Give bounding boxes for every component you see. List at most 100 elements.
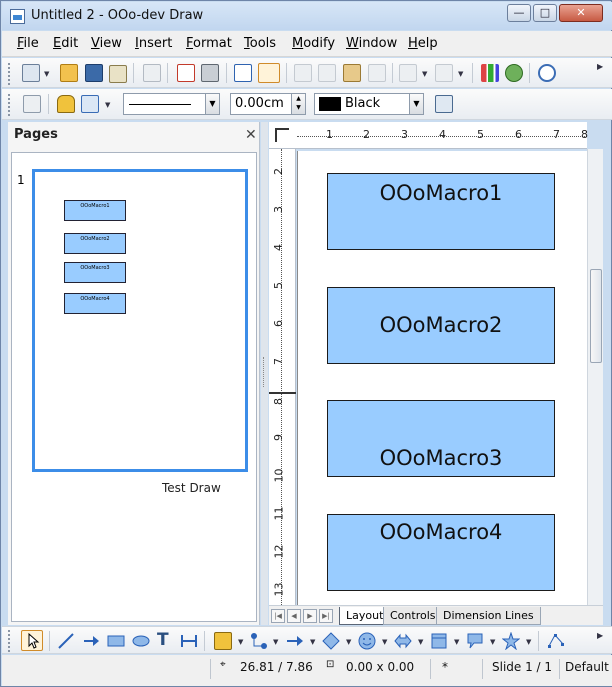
menu-modify[interactable]: Modify: [292, 36, 335, 51]
text-tool-icon[interactable]: T: [157, 630, 175, 650]
line-width-value: 0.00cm: [235, 96, 284, 111]
edit-file-icon[interactable]: [143, 64, 161, 82]
basic-shapes-icon[interactable]: [322, 632, 340, 650]
toolbar-grip[interactable]: [8, 94, 12, 116]
prev-tab-icon[interactable]: ◀: [287, 609, 301, 623]
print-icon[interactable]: [201, 64, 219, 82]
new-dropdown-icon[interactable]: ▼: [44, 70, 49, 78]
splitter-grip-icon[interactable]: [263, 357, 266, 387]
arrow-style-dropdown-icon[interactable]: ▼: [105, 101, 110, 109]
undo-dropdown-icon[interactable]: ▼: [422, 70, 427, 78]
tab-dimension-lines[interactable]: Dimension Lines: [436, 607, 541, 625]
area-fill-icon[interactable]: [435, 95, 453, 113]
modified-indicator[interactable]: *: [442, 660, 448, 674]
menu-edit[interactable]: Edit: [53, 36, 78, 51]
symbol-shapes-icon[interactable]: [358, 632, 376, 650]
open-folder-icon[interactable]: [60, 64, 78, 82]
horizontal-ruler[interactable]: 1 2 3 4 5 6 7 8: [269, 122, 588, 149]
new-document-icon[interactable]: [22, 64, 40, 82]
navigator-icon[interactable]: [505, 64, 523, 82]
vertical-ruler[interactable]: 2 3 4 5 6 7 8 9 10 11 12 13: [269, 149, 296, 605]
block-arrows-icon[interactable]: [394, 632, 412, 650]
block-arrows-dropdown-icon[interactable]: ▼: [418, 638, 423, 646]
help-compass-icon[interactable]: [538, 64, 556, 82]
shape-ooomacro4[interactable]: OOoMacro4: [327, 514, 555, 591]
symbol-shapes-dropdown-icon[interactable]: ▼: [382, 638, 387, 646]
vertical-scrollbar[interactable]: [587, 149, 603, 605]
ruler-label: 6: [515, 128, 522, 141]
last-tab-icon[interactable]: ▶|: [319, 609, 333, 623]
shape-ooomacro1[interactable]: OOoMacro1: [327, 173, 555, 250]
curve-tool-icon[interactable]: [214, 632, 232, 650]
paste-icon[interactable]: [343, 64, 361, 82]
close-pane-icon[interactable]: ✕: [245, 127, 257, 143]
ellipse-tool-icon[interactable]: [132, 632, 150, 650]
arrow-tool-icon[interactable]: [82, 632, 100, 650]
spellcheck-icon[interactable]: [234, 64, 252, 82]
lines-arrows-dropdown-icon[interactable]: ▼: [310, 638, 315, 646]
menu-tools[interactable]: Tools: [244, 36, 276, 51]
curve-dropdown-icon[interactable]: ▼: [238, 638, 243, 646]
spin-arrows-icon[interactable]: ▲ ▼: [291, 94, 305, 114]
points-icon[interactable]: [547, 632, 565, 650]
redo-icon[interactable]: [435, 64, 453, 82]
menu-window[interactable]: Window: [346, 36, 397, 51]
basic-shapes-dropdown-icon[interactable]: ▼: [346, 638, 351, 646]
shape-ooomacro3[interactable]: OOoMacro3: [327, 400, 555, 477]
scrollbar-thumb[interactable]: [590, 269, 602, 363]
menu-format[interactable]: Format: [186, 36, 232, 51]
connectors-icon[interactable]: [250, 632, 268, 650]
page-thumbnail[interactable]: OOoMacro1 OOoMacro2 OOoMacro3 OOoMacro4: [32, 169, 248, 472]
styles-icon[interactable]: [23, 95, 41, 113]
redo-dropdown-icon[interactable]: ▼: [458, 70, 463, 78]
connectors-dropdown-icon[interactable]: ▼: [273, 638, 278, 646]
email-icon[interactable]: [109, 65, 127, 83]
callouts-dropdown-icon[interactable]: ▼: [490, 638, 495, 646]
line-color-select[interactable]: Black ▼: [314, 93, 424, 115]
copy-icon[interactable]: [318, 64, 336, 82]
toolbar-grip[interactable]: [8, 630, 12, 652]
line-style-select[interactable]: ▼: [123, 93, 220, 115]
menu-help[interactable]: Help: [408, 36, 438, 51]
line-width-stepper[interactable]: 0.00cm ▲ ▼: [230, 93, 306, 115]
menu-insert[interactable]: Insert: [135, 36, 172, 51]
chevron-down-icon[interactable]: ▼: [409, 94, 423, 114]
arrow-style-icon[interactable]: [81, 95, 99, 113]
close-button[interactable]: ✕: [559, 4, 603, 22]
undo-icon[interactable]: [399, 64, 417, 82]
first-tab-icon[interactable]: |◀: [271, 609, 285, 623]
toolbar-overflow-icon[interactable]: ▶: [597, 631, 603, 640]
autospellcheck-icon[interactable]: [258, 63, 280, 83]
tab-controls[interactable]: Controls: [383, 607, 443, 625]
line-icon[interactable]: [57, 95, 75, 113]
chevron-down-icon[interactable]: ▼: [205, 94, 219, 114]
select-arrow-icon[interactable]: [21, 630, 43, 651]
pane-splitter[interactable]: [261, 122, 268, 625]
line-tool-icon[interactable]: [57, 632, 75, 650]
clone-formatting-icon[interactable]: [368, 64, 386, 82]
rectangle-tool-icon[interactable]: [107, 632, 125, 650]
lines-arrows-icon[interactable]: [286, 632, 304, 650]
stars-icon[interactable]: [501, 631, 521, 651]
toolbar-grip[interactable]: [8, 63, 12, 85]
tab-type-icon[interactable]: [275, 128, 289, 142]
ruler-label: 6: [272, 320, 285, 327]
flowchart-icon[interactable]: [430, 632, 448, 650]
toolbar-overflow-icon[interactable]: ▶: [597, 62, 603, 71]
shape-ooomacro2[interactable]: OOoMacro2: [327, 287, 555, 364]
menu-file[interactable]: File: [17, 36, 39, 51]
export-pdf-icon[interactable]: [177, 64, 195, 82]
save-icon[interactable]: [85, 64, 103, 82]
callouts-icon[interactable]: [466, 632, 484, 650]
maximize-button[interactable]: □: [533, 4, 557, 22]
connector-tool-icon[interactable]: [180, 632, 198, 650]
minimize-button[interactable]: —: [507, 4, 531, 22]
status-separator: [430, 659, 431, 679]
cut-icon[interactable]: [294, 64, 312, 82]
chart-icon[interactable]: [481, 64, 499, 82]
drawing-canvas[interactable]: OOoMacro1 OOoMacro2 OOoMacro3 OOoMacro4: [297, 151, 587, 605]
flowchart-dropdown-icon[interactable]: ▼: [454, 638, 459, 646]
stars-dropdown-icon[interactable]: ▼: [526, 638, 531, 646]
menu-view[interactable]: View: [91, 36, 122, 51]
next-tab-icon[interactable]: ▶: [303, 609, 317, 623]
